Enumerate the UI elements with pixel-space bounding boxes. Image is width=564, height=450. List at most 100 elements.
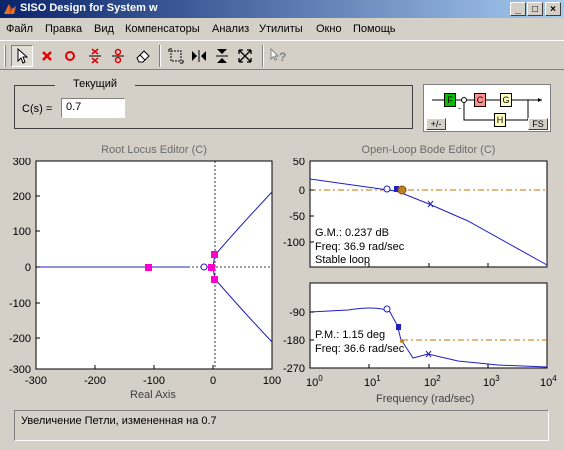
freq-tick: 103 (483, 374, 500, 388)
rl-xlabel: Real Axis (130, 389, 176, 401)
prefilter-label: F (447, 95, 453, 105)
minimize-button[interactable]: _ (510, 2, 526, 16)
menu-window[interactable]: Окно (316, 23, 342, 35)
freq-tick: 104 (540, 374, 557, 388)
fit-view-button[interactable] (234, 45, 256, 67)
mag-tick: 0 (299, 185, 305, 197)
phase-tick: -270 (283, 363, 305, 375)
erase-button[interactable] (132, 45, 154, 67)
window-title: SISO Design for System w (20, 2, 158, 14)
phase-tick: -90 (289, 307, 305, 319)
toolbar: ? (0, 40, 564, 70)
phase-margin-text: P.M.: 1.15 deg (315, 329, 385, 341)
fs-button[interactable]: FS (528, 118, 548, 130)
phase-margin-freq: Freq: 36.6 rad/sec (315, 343, 405, 355)
gain-margin-text: G.M.: 0.237 dB (315, 227, 389, 239)
erase-icon (136, 50, 150, 63)
sensor-block-label: H (496, 115, 504, 125)
title-bar: SISO Design for System w _ □ × (0, 0, 564, 18)
block-diagram: F C G H - +/- FS (423, 84, 551, 132)
rl-y-tick: 300 (13, 158, 31, 168)
add-real-pole-icon (42, 51, 52, 61)
toolbar-separator (262, 45, 264, 67)
rl-y-tick: -300 (9, 364, 31, 376)
rl-y-tick: 200 (13, 191, 31, 203)
status-message: Увеличение Петли, измененная на 0.7 (21, 415, 217, 427)
phase-tick: -180 (283, 335, 305, 347)
rl-x-tick: -100 (143, 375, 165, 387)
freq-tick: 102 (424, 374, 441, 388)
menu-view[interactable]: Вид (94, 23, 114, 35)
freq-tick: 100 (306, 374, 323, 388)
compensator-gain-input[interactable]: 0.7 (61, 98, 125, 118)
svg-text:?: ? (279, 50, 286, 64)
rl-y-tick: 0 (25, 262, 31, 274)
closed-loop-pole-marker[interactable] (208, 264, 215, 271)
root-locus-title: Root Locus Editor (C) (101, 144, 207, 156)
zoom-y-button[interactable] (211, 45, 233, 67)
compensator-block-label: C (476, 95, 484, 105)
zoom-x-icon (192, 50, 206, 62)
zoom-y-icon (216, 49, 228, 63)
rl-y-tick: 100 (13, 226, 31, 238)
bode-xlabel: Frequency (rad/sec) (376, 393, 475, 405)
add-complex-pole-button[interactable] (84, 45, 106, 67)
zoom-xy-button[interactable] (165, 45, 187, 67)
gain-margin-freq: Freq: 36.9 rad/sec (315, 241, 405, 253)
rl-y-tick: -200 (9, 333, 31, 345)
plant-block-label: G (502, 95, 510, 105)
compensator-label: C(s) = (22, 103, 53, 115)
rl-x-tick: 0 (210, 375, 216, 387)
plant-block[interactable]: G (500, 93, 512, 107)
menu-help[interactable]: Помощь (353, 23, 396, 35)
maximize-button[interactable]: □ (527, 2, 543, 16)
menu-utilities[interactable]: Утилиты (259, 23, 303, 35)
compensator-block[interactable]: C (474, 93, 486, 107)
mag-tick: -50 (289, 211, 305, 223)
add-complex-zero-icon (112, 48, 124, 64)
freq-tick: 101 (364, 374, 381, 388)
toolbar-separator (159, 45, 161, 67)
feedback-sign: - (458, 103, 461, 113)
menu-bar: Файл Правка Вид Компенсаторы Анализ Утил… (0, 19, 564, 39)
rl-x-tick: -200 (84, 375, 106, 387)
status-bar: Увеличение Петли, измененная на 0.7 (14, 410, 549, 441)
sign-toggle-button[interactable]: +/- (426, 118, 446, 130)
context-help-button[interactable]: ? (268, 45, 290, 67)
zoom-xy-icon (168, 48, 184, 64)
bode-title: Open-Loop Bode Editor (C) (361, 144, 496, 156)
stability-text: Stable loop (315, 254, 370, 266)
add-real-zero-icon (65, 51, 75, 61)
mag-tick: 50 (293, 158, 305, 168)
closed-loop-pole-marker[interactable] (145, 264, 152, 271)
zoom-x-button[interactable] (188, 45, 210, 67)
root-locus-plot[interactable]: -300 -200 -100 0 100 300 200 100 0 -100 … (0, 158, 290, 408)
sensor-block[interactable]: H (494, 113, 506, 127)
add-complex-zero-button[interactable] (107, 45, 129, 67)
fit-view-icon (238, 49, 252, 63)
context-help-icon: ? (270, 48, 286, 64)
closed-loop-pole-marker[interactable] (211, 251, 218, 258)
menu-analysis[interactable]: Анализ (212, 23, 249, 35)
pointer-tool-button[interactable] (11, 45, 33, 67)
pointer-tool-icon (17, 48, 29, 64)
rl-x-tick: -300 (25, 375, 47, 387)
matlab-app-icon (4, 4, 16, 14)
menu-compensators[interactable]: Компенсаторы (125, 23, 200, 35)
add-complex-pole-icon (89, 48, 101, 64)
bode-phase-axes[interactable] (309, 282, 548, 369)
compensator-legend: Текущий (55, 78, 135, 90)
menu-file[interactable]: Файл (6, 23, 33, 35)
toolbar-grip (4, 45, 6, 67)
rl-y-tick: -100 (9, 298, 31, 310)
bode-plot[interactable]: G.M.: 0.237 dB Freq: 36.9 rad/sec Stable… (278, 158, 564, 388)
gain-margin-marker[interactable] (397, 185, 407, 195)
add-real-pole-button[interactable] (36, 45, 58, 67)
menu-edit[interactable]: Правка (45, 23, 82, 35)
prefilter-block[interactable]: F (444, 93, 456, 107)
mag-tick: -100 (283, 237, 305, 249)
closed-loop-pole-marker[interactable] (211, 276, 218, 283)
close-button[interactable]: × (545, 2, 561, 16)
add-real-zero-button[interactable] (59, 45, 81, 67)
compensator-panel: Текущий C(s) = 0.7 (14, 78, 413, 129)
